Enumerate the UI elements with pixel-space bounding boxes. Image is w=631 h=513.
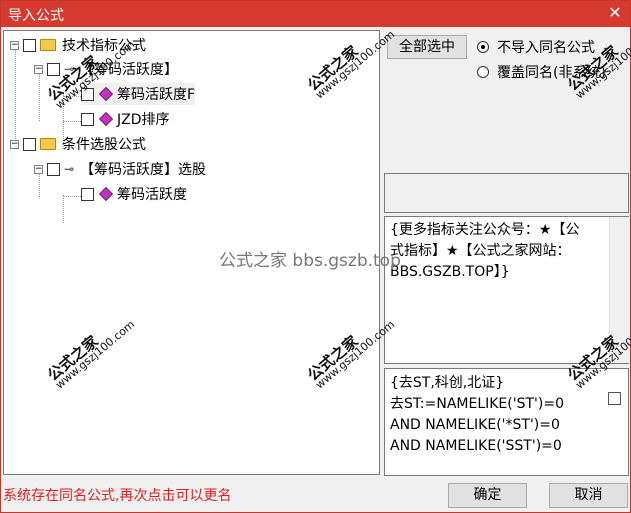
tree-node-label: 条件选股公式 [62,137,146,153]
tree-node-label: 技术指标公式 [62,38,146,54]
code-line: AND NAMELIKE('SST')=0 [390,438,562,454]
radio-skip-same-name[interactable]: 不导入同名公式 [477,37,595,57]
tree-node-technical-indicators[interactable]: − 技术指标公式 [10,34,146,56]
tree-node-formula[interactable]: 筹码活跃度 [81,183,187,205]
folder-icon [40,39,56,51]
radio-unselected-icon [477,66,489,78]
collapse-icon[interactable]: − [10,40,19,50]
desc-line: 式指标】★【公式之家网站： [390,243,571,259]
desc-line: BBS.GSZB.TOP】} [390,264,510,280]
tree-node-label: 筹码活跃度 [117,187,187,203]
tree-connector [63,96,81,97]
tree-connector [63,121,81,122]
collapse-icon[interactable]: − [34,164,43,174]
code-line: 去ST:=NAMELIKE('ST')=0 [390,396,564,412]
formula-gem-icon [98,186,114,202]
tree-connector [63,195,64,223]
formula-gem-icon [98,86,114,102]
tree-node-group[interactable]: − ⊸ 【筹码活跃度】选股 [34,158,206,180]
radio-label: 覆盖同名(非系统) [497,65,606,81]
code-line: {去ST,科创,北证} [390,375,505,391]
import-formula-dialog: 导入公式 ✕ − 技术指标公式 − ⊸ 【筹码活跃度】 筹码活跃度F JZD排序… [0,0,631,513]
node-checkbox[interactable] [23,137,36,151]
node-checkbox[interactable] [81,112,94,126]
node-checkbox[interactable] [81,187,94,201]
window-title: 导入公式 [8,8,64,24]
code-line: AND NAMELIKE('*ST')=0 [390,417,560,433]
tree-node-label: 筹码活跃度F [117,87,196,103]
node-checkbox[interactable] [81,87,94,101]
tree-node-label: JZD排序 [117,112,170,128]
node-checkbox[interactable] [23,38,36,52]
cancel-button[interactable]: 取消 [549,483,628,508]
code-panel: {去ST,科创,北证} 去ST:=NAMELIKE('ST')=0 AND NA… [384,368,629,476]
key-icon: ⊸ [64,162,75,176]
formula-gem-icon [98,111,114,127]
center-watermark: 公式之家 bbs.gszb.top [219,251,401,271]
ok-button[interactable]: 确定 [448,483,527,508]
tree-connector [15,47,16,147]
folder-icon [40,138,56,150]
close-icon[interactable]: ✕ [606,3,624,23]
title-bar: 导入公式 ✕ [1,1,630,27]
desc-scrollbar[interactable] [609,217,629,363]
description-panel: {更多指标关注公众号：★【公 式指标】★【公式之家网站： BBS.GSZB.TO… [384,216,629,364]
tree-node-group[interactable]: − ⊸ 【筹码活跃度】 [34,58,178,80]
key-icon: ⊸ [64,62,75,76]
tree-node-formula[interactable]: JZD排序 [81,108,170,130]
tree-node-label: 【筹码活跃度】 [80,62,179,78]
name-field[interactable] [384,173,629,213]
code-checkbox[interactable] [608,392,621,405]
node-checkbox[interactable] [47,62,60,76]
radio-selected-icon [477,41,489,53]
desc-line: {更多指标关注公众号：★【公 [390,222,580,238]
radio-label: 不导入同名公式 [497,40,595,56]
radio-overwrite-same-name[interactable]: 覆盖同名(非系统) [477,62,606,82]
collapse-icon[interactable]: − [10,139,19,149]
watermark-logo: 公式之家www.gszj100.com [564,27,631,102]
collapse-icon[interactable]: − [34,64,43,74]
status-message: 系统存在同名公式,再次点击可以更名 [3,488,232,504]
tree-node-formula[interactable]: 筹码活跃度F [81,83,196,105]
select-all-button[interactable]: 全部选中 [387,35,467,59]
node-checkbox[interactable] [47,162,60,176]
tree-connector [63,196,81,197]
tree-node-label: 【筹码活跃度】选股 [80,162,207,178]
tree-node-stock-selection[interactable]: − 条件选股公式 [10,133,146,155]
